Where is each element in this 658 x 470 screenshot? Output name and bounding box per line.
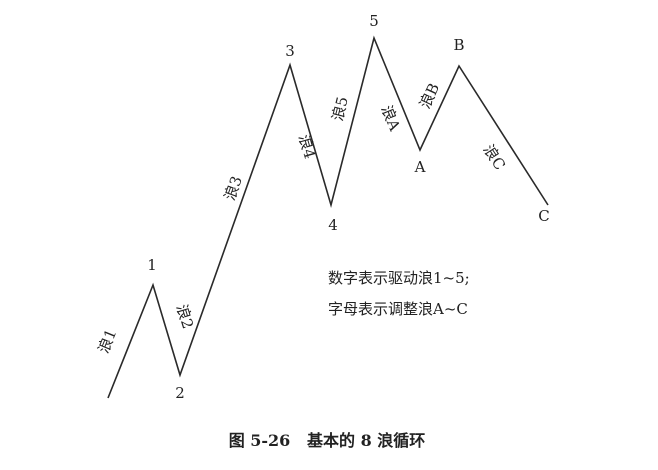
wave-label-A: 浪A [377,103,403,134]
point-label-4: 4 [328,216,338,234]
wave-label-1: 浪1 [94,326,120,356]
wave-label-B: 浪B [416,80,443,111]
wave-label-2: 浪2 [173,302,197,331]
wave-diagram-svg: 1 2 3 4 5 A B C 浪1 浪2 浪3 浪4 浪5 浪A 浪B 浪C … [94,12,549,450]
point-label-3: 3 [285,42,295,60]
point-label-B: B [453,36,464,54]
wave-diagram: 1 2 3 4 5 A B C 浪1 浪2 浪3 浪4 浪5 浪A 浪B 浪C … [0,0,658,470]
point-label-C: C [538,207,549,225]
figure-caption: 图 5-26 基本的 8 浪循环 [229,431,426,450]
note-line-1: 数字表示驱动浪1~5; [328,269,470,287]
point-label-A: A [414,158,426,176]
point-label-2: 2 [175,384,185,402]
point-label-1: 1 [147,256,157,274]
point-label-5: 5 [369,12,379,30]
wave-label-4: 浪4 [295,132,319,161]
note-line-2: 字母表示调整浪A~C [328,300,468,318]
wave-label-C: 浪C [479,141,509,173]
wave-label-5: 浪5 [328,95,351,123]
